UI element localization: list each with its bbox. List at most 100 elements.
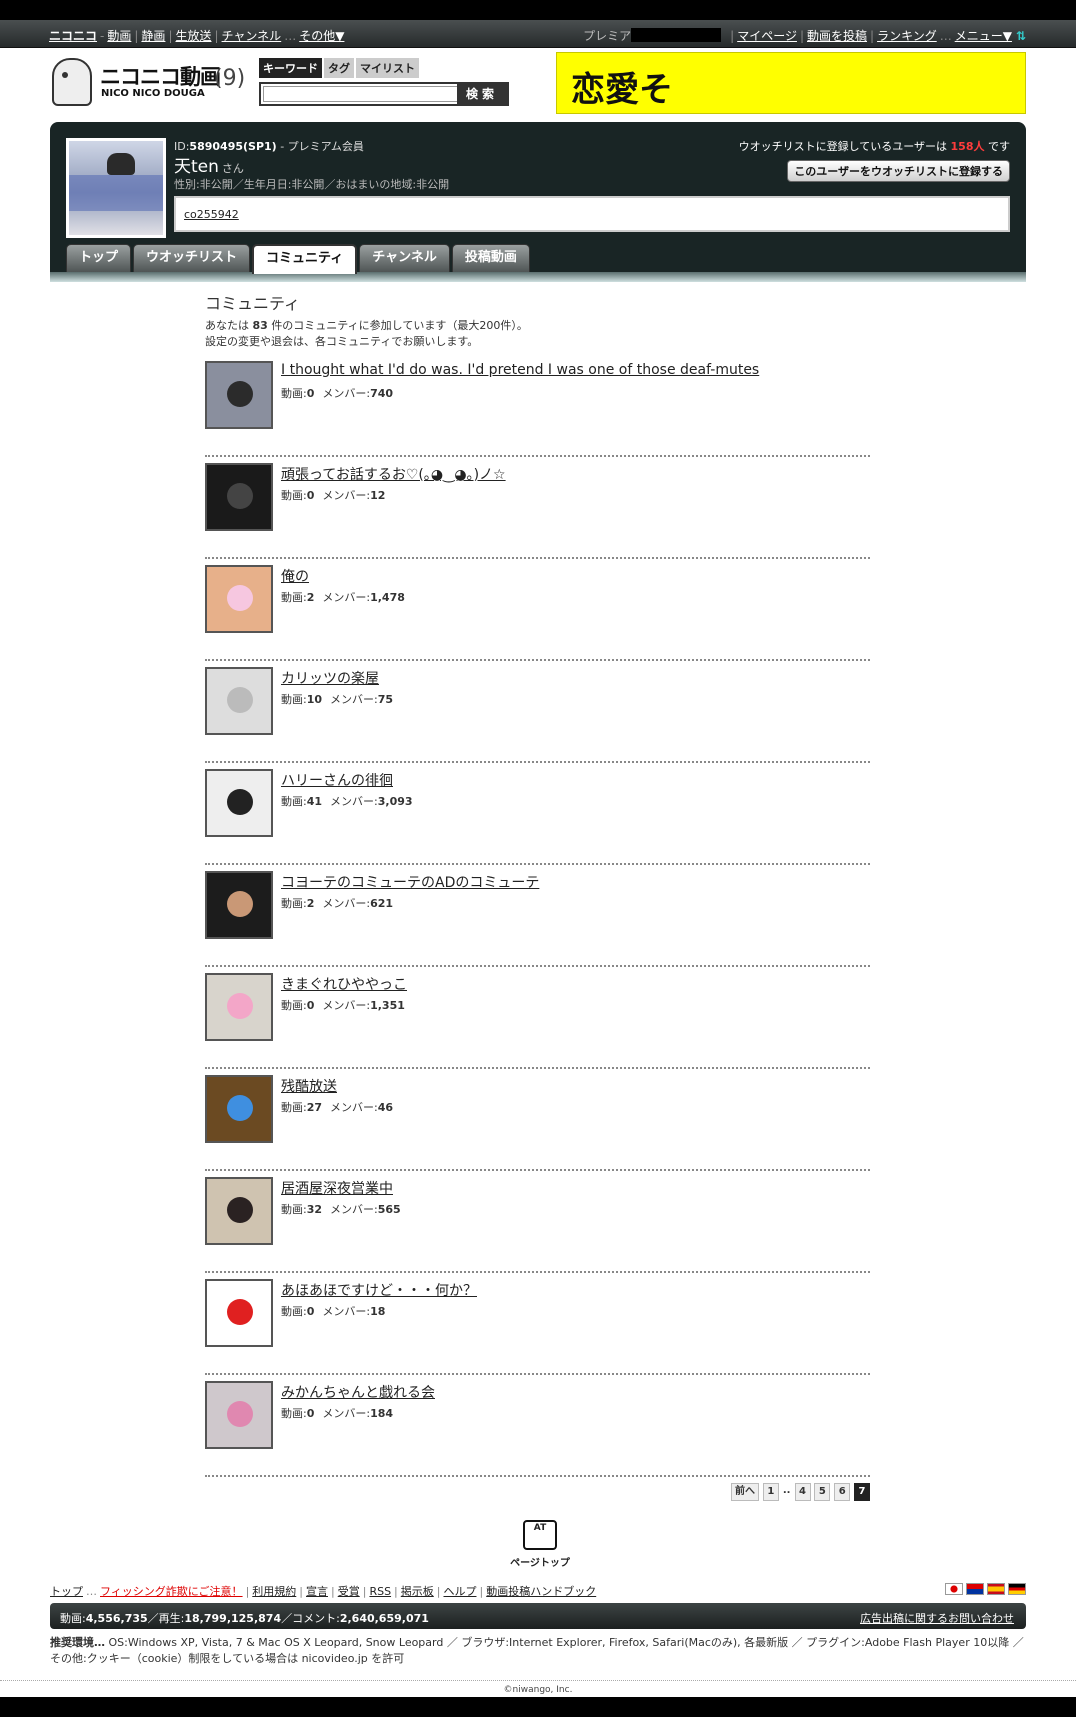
community-name-link[interactable]: 居酒屋深夜営業中 bbox=[281, 1178, 393, 1198]
nav-brand-niconico[interactable]: ニコニコ bbox=[49, 29, 97, 43]
search-button[interactable]: 検索 bbox=[457, 84, 507, 104]
community-thumbnail[interactable] bbox=[205, 1075, 273, 1143]
pagination: 前へ 1 .. 4 5 6 7 bbox=[731, 1483, 870, 1501]
community-info-line2: 設定の変更や退会は、各コミュニティでお願いします。 bbox=[205, 335, 479, 348]
nav-item-video[interactable]: 動画 bbox=[107, 29, 131, 43]
search-area: キーワード タグ マイリスト 検索 bbox=[259, 58, 509, 110]
community-info: あなたは 83 件のコミュニティに参加しています（最大200件）。 設定の変更や… bbox=[205, 319, 528, 348]
pager-current-page[interactable]: 7 bbox=[854, 1483, 870, 1501]
footer-link-rss[interactable]: RSS bbox=[369, 1585, 391, 1598]
community-thumbnail[interactable] bbox=[205, 361, 273, 429]
footer-link-terms[interactable]: 利用規約 bbox=[252, 1585, 296, 1598]
nav-item-live[interactable]: 生放送 bbox=[175, 29, 211, 43]
nav-menu-link[interactable]: メニュー▼ bbox=[955, 29, 1012, 43]
community-name-link[interactable]: ハリーさんの徘徊 bbox=[281, 770, 393, 790]
community-name-link[interactable]: 残酷放送 bbox=[281, 1076, 337, 1096]
footer-link-awards[interactable]: 受賞 bbox=[338, 1585, 360, 1598]
nav-item-seiga[interactable]: 静画 bbox=[141, 29, 165, 43]
community-list-item: 残酷放送 動画:27 メンバー:46 bbox=[205, 1068, 870, 1171]
community-stats: 動画:0 メンバー:1,351 bbox=[281, 999, 405, 1012]
pager-page[interactable]: 5 bbox=[814, 1483, 831, 1501]
footer-link-bbs[interactable]: 掲示板 bbox=[401, 1585, 434, 1598]
tab-community[interactable]: コミュニティ bbox=[252, 244, 358, 274]
community-video-count: 10 bbox=[306, 693, 323, 706]
pager-ellipsis: .. bbox=[782, 1485, 791, 1496]
tab-watchlist[interactable]: ウオッチリスト bbox=[133, 244, 251, 272]
community-stats: 動画:10 メンバー:75 bbox=[281, 693, 394, 706]
nav-item-other[interactable]: その他▼ bbox=[299, 29, 344, 43]
footer-link-phishing[interactable]: フィッシング詐欺にご注意！ bbox=[100, 1585, 243, 1598]
community-video-count: 0 bbox=[306, 1407, 315, 1420]
community-name-link[interactable]: きまぐれひややっこ bbox=[281, 974, 407, 994]
profile-tabs: トップ ウオッチリスト コミュニティ チャンネル 投稿動画 bbox=[66, 244, 532, 274]
nav-ranking-link[interactable]: ランキング bbox=[877, 29, 937, 43]
community-stats: 動画:2 メンバー:621 bbox=[281, 897, 394, 910]
premium-label: プレミア bbox=[583, 29, 632, 43]
community-thumbnail[interactable] bbox=[205, 1177, 273, 1245]
recommended-environment: 推奨環境… OS:Windows XP, Vista, 7 & Mac OS X… bbox=[50, 1635, 1026, 1667]
flag-spain-icon[interactable] bbox=[987, 1583, 1005, 1595]
add-to-watchlist-button[interactable]: このユーザーをウオッチリストに登録する bbox=[787, 160, 1010, 182]
global-nav-right: プレミア | マイページ | 動画を投稿 | ランキング… メニュー▼ ⇅ bbox=[583, 28, 1026, 43]
community-name-link[interactable]: コヨーテのコミューテのADのコミューテ bbox=[281, 872, 539, 892]
avatar bbox=[66, 138, 166, 238]
ad-banner[interactable]: 恋愛そ bbox=[556, 52, 1026, 114]
ad-inquiry-link[interactable]: 広告出稿に関するお問い合わせ bbox=[860, 1610, 1014, 1626]
profile-description-link[interactable]: co255942 bbox=[184, 208, 239, 221]
search-tab-mylist[interactable]: マイリスト bbox=[356, 58, 419, 78]
community-member-count: 12 bbox=[370, 489, 386, 502]
page-top-button[interactable]: AT ページトップ bbox=[505, 1520, 575, 1572]
honorific: さん bbox=[221, 162, 244, 175]
site-logo[interactable]: ニコニコ動画 NICO NICO DOUGA (9) bbox=[52, 58, 252, 108]
community-name-link[interactable]: 俺の bbox=[281, 566, 309, 586]
community-name-link[interactable]: みかんちゃんと戯れる会 bbox=[281, 1382, 435, 1402]
community-name-link[interactable]: あほあほですけど・・・何か？ bbox=[281, 1280, 477, 1300]
footer-link-handbook[interactable]: 動画投稿ハンドブック bbox=[486, 1585, 596, 1598]
watchlist-count: 158人 bbox=[950, 140, 985, 153]
community-thumbnail[interactable] bbox=[205, 1381, 273, 1449]
community-name-link[interactable]: 頑張ってお話するお♡(｡◕‿◕｡)ノ☆ bbox=[281, 464, 506, 484]
flag-taiwan-icon[interactable] bbox=[966, 1583, 984, 1595]
pager-prev-button[interactable]: 前へ bbox=[731, 1483, 760, 1501]
community-name-link[interactable]: I thought what I'd do was. I'd pretend I… bbox=[281, 362, 759, 378]
tab-uploaded-videos[interactable]: 投稿動画 bbox=[451, 244, 530, 272]
community-name-link[interactable]: カリッツの楽屋 bbox=[281, 668, 379, 688]
pager-page[interactable]: 4 bbox=[794, 1483, 811, 1501]
community-thumbnail[interactable] bbox=[205, 769, 273, 837]
member-type: - プレミアム会員 bbox=[276, 140, 364, 153]
nav-upload-link[interactable]: 動画を投稿 bbox=[807, 29, 867, 43]
community-thumbnail[interactable] bbox=[205, 973, 273, 1041]
footer-link-top[interactable]: トップ bbox=[50, 1585, 83, 1598]
community-thumbnail[interactable] bbox=[205, 463, 273, 531]
community-member-count: 565 bbox=[377, 1203, 401, 1216]
footer-link-help[interactable]: ヘルプ bbox=[443, 1585, 476, 1598]
pager-page[interactable]: 1 bbox=[762, 1483, 779, 1501]
language-flags bbox=[942, 1583, 1026, 1598]
community-member-count: 621 bbox=[370, 897, 394, 910]
profile-tabs-underline bbox=[50, 272, 1026, 282]
community-thumbnail[interactable] bbox=[205, 667, 273, 735]
pager-page[interactable]: 6 bbox=[834, 1483, 851, 1501]
community-list-item: きまぐれひややっこ動画:0 メンバー:1,351 bbox=[205, 966, 870, 1069]
bottom-black-band bbox=[0, 1697, 1076, 1717]
community-video-count: 0 bbox=[306, 999, 315, 1012]
flag-japan-icon[interactable] bbox=[945, 1583, 963, 1595]
nav-item-channel[interactable]: チャンネル bbox=[222, 29, 282, 43]
community-thumbnail[interactable] bbox=[205, 871, 273, 939]
community-list-item: ハリーさんの徘徊 動画:41 メンバー:3,093 bbox=[205, 762, 870, 865]
site-stats: 動画:4,556,735／再生:18,799,125,874／コメント:2,64… bbox=[60, 1612, 429, 1625]
community-member-count: 18 bbox=[370, 1305, 386, 1318]
search-tab-keyword[interactable]: キーワード bbox=[259, 58, 322, 78]
community-thumbnail[interactable] bbox=[205, 565, 273, 633]
search-tab-tag[interactable]: タグ bbox=[324, 58, 354, 78]
tab-channel[interactable]: チャンネル bbox=[359, 244, 450, 272]
search-input[interactable] bbox=[263, 86, 459, 102]
footer-link-declaration[interactable]: 宣言 bbox=[306, 1585, 328, 1598]
nav-mypage-link[interactable]: マイページ bbox=[737, 29, 797, 43]
flag-germany-icon[interactable] bbox=[1008, 1583, 1026, 1595]
page-top-label: ページトップ bbox=[510, 1558, 570, 1569]
sync-arrows-icon[interactable]: ⇅ bbox=[1016, 29, 1026, 43]
community-thumbnail[interactable] bbox=[205, 1279, 273, 1347]
tab-top[interactable]: トップ bbox=[66, 244, 132, 272]
env-label: 推奨環境… bbox=[50, 1636, 105, 1649]
